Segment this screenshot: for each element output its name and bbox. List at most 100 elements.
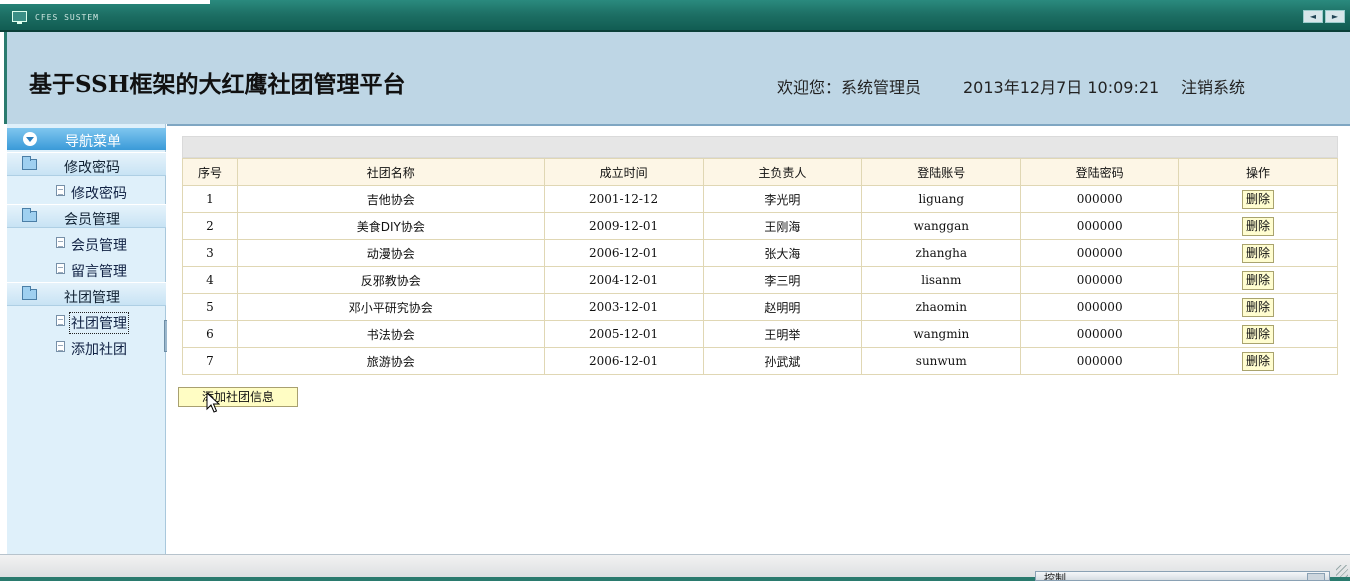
window-arrows: ◄ ►	[1303, 10, 1345, 23]
cell-action: 删除	[1178, 293, 1338, 321]
cell-password: 000000	[1020, 266, 1180, 294]
cell-account: sunwum	[861, 347, 1022, 375]
cell-action: 删除	[1178, 239, 1338, 267]
cell-account: lisanm	[861, 266, 1022, 294]
cell-no: 4	[182, 266, 238, 294]
delete-button[interactable]: 删除	[1242, 324, 1275, 344]
club-table: 序号 社团名称 成立时间 主负责人 登陆账号 登陆密码 操作 1 吉他协会 20…	[182, 158, 1338, 375]
cell-leader: 李光明	[702, 185, 863, 213]
cell-action: 删除	[1178, 347, 1338, 375]
cell-leader: 李三明	[702, 266, 863, 294]
logout-link[interactable]: 注销系统	[1181, 74, 1245, 98]
delete-button[interactable]: 删除	[1242, 297, 1275, 317]
document-icon	[56, 341, 65, 352]
cell-no: 1	[182, 185, 238, 213]
table-header-row: 序号 社团名称 成立时间 主负责人 登陆账号 登陆密码 操作	[182, 158, 1338, 186]
cell-password: 000000	[1020, 347, 1180, 375]
table-row: 7 旅游协会 2006-12-01 孙武斌 sunwum 000000 删除	[182, 347, 1338, 375]
column-header: 社团名称	[236, 158, 545, 186]
document-icon	[56, 315, 65, 326]
cell-founded: 2006-12-01	[543, 347, 704, 375]
sidebar-item-message-management[interactable]: 留言管理	[7, 256, 166, 280]
sidebar: 导航菜单 修改密码 修改密码 会员管理 会员管理 留言管理 社团管理 社团管理 …	[7, 124, 166, 554]
cell-password: 000000	[1020, 293, 1180, 321]
document-icon	[56, 263, 65, 274]
cell-leader: 王刚海	[702, 212, 863, 240]
document-icon	[56, 237, 65, 248]
sidebar-group-club-management[interactable]: 社团管理	[7, 282, 166, 306]
control-label: 控制	[1044, 572, 1066, 581]
delete-button[interactable]: 删除	[1242, 216, 1275, 236]
column-header: 登陆账号	[861, 158, 1022, 186]
table-row: 1 吉他协会 2001-12-12 李光明 liguang 000000 删除	[182, 185, 1338, 213]
cell-account: wangmin	[861, 320, 1022, 348]
nav-menu-title: 导航菜单	[65, 134, 121, 150]
cell-action: 删除	[1178, 266, 1338, 294]
folder-icon	[22, 156, 37, 170]
table-row: 5 邓小平研究协会 2003-12-01 赵明明 zhaomin 000000 …	[182, 293, 1338, 321]
folder-icon	[22, 286, 37, 300]
mouse-cursor-icon	[206, 392, 220, 413]
cell-no: 6	[182, 320, 238, 348]
sidebar-item-change-password[interactable]: 修改密码	[7, 178, 166, 202]
document-icon	[56, 185, 65, 196]
add-club-info-button[interactable]: 添加社团信息	[178, 387, 298, 407]
page-header: 基于SSH框架的大红鹰社团管理平台 欢迎您：系统管理员 2013年12月7日 1…	[4, 32, 1350, 124]
window-title: CFES SUSTEM	[35, 13, 99, 22]
app-title: 基于SSH框架的大红鹰社团管理平台	[29, 71, 406, 98]
nav-menu-header[interactable]: 导航菜单	[7, 128, 166, 150]
main-content: 序号 社团名称 成立时间 主负责人 登陆账号 登陆密码 操作 1 吉他协会 20…	[167, 124, 1350, 554]
cell-password: 000000	[1020, 320, 1180, 348]
sidebar-item-club-management[interactable]: 社团管理	[7, 308, 166, 334]
cell-club-name: 反邪教协会	[236, 266, 545, 294]
cell-action: 删除	[1178, 185, 1338, 213]
table-row: 2 美食DIY协会 2009-12-01 王刚海 wanggan 000000 …	[182, 212, 1338, 240]
sidebar-group-label: 会员管理	[64, 212, 120, 228]
sidebar-group-member-management[interactable]: 会员管理	[7, 204, 166, 228]
delete-button[interactable]: 删除	[1242, 351, 1275, 371]
cell-founded: 2009-12-01	[543, 212, 704, 240]
cell-club-name: 旅游协会	[236, 347, 545, 375]
delete-button[interactable]: 删除	[1242, 270, 1275, 290]
cell-club-name: 吉他协会	[236, 185, 545, 213]
arrow-right-icon[interactable]: ►	[1325, 10, 1345, 23]
resize-grip-icon[interactable]	[1336, 565, 1348, 577]
cell-leader: 王明举	[702, 320, 863, 348]
table-row: 3 动漫协会 2006-12-01 张大海 zhangha 000000 删除	[182, 239, 1338, 267]
sidebar-item-add-club[interactable]: 添加社团	[7, 334, 166, 358]
delete-button[interactable]: 删除	[1242, 189, 1275, 209]
cell-account: zhangha	[861, 239, 1022, 267]
sidebar-group-change-password[interactable]: 修改密码	[7, 152, 166, 176]
cell-action: 删除	[1178, 320, 1338, 348]
cell-founded: 2001-12-12	[543, 185, 704, 213]
column-header: 登陆密码	[1020, 158, 1180, 186]
cell-founded: 2005-12-01	[543, 320, 704, 348]
delete-button[interactable]: 删除	[1242, 243, 1275, 263]
cell-leader: 孙武斌	[702, 347, 863, 375]
cell-club-name: 邓小平研究协会	[236, 293, 545, 321]
control-dropdown[interactable]: 控制	[1035, 571, 1330, 581]
cell-account: liguang	[861, 185, 1022, 213]
cell-club-name: 美食DIY协会	[236, 212, 545, 240]
column-header: 操作	[1178, 158, 1338, 186]
cell-no: 2	[182, 212, 238, 240]
sidebar-group-label: 修改密码	[64, 160, 120, 176]
chevron-down-icon	[23, 132, 37, 146]
cell-no: 3	[182, 239, 238, 267]
column-header: 成立时间	[543, 158, 704, 186]
sidebar-item-label: 会员管理	[71, 238, 127, 254]
sidebar-item-label: 添加社团	[71, 342, 127, 358]
cell-account: wanggan	[861, 212, 1022, 240]
cell-password: 000000	[1020, 212, 1180, 240]
table-row: 6 书法协会 2005-12-01 王明举 wangmin 000000 删除	[182, 320, 1338, 348]
arrow-left-icon[interactable]: ◄	[1303, 10, 1323, 23]
cell-leader: 张大海	[702, 239, 863, 267]
cell-founded: 2004-12-01	[543, 266, 704, 294]
column-header: 主负责人	[702, 158, 863, 186]
cell-no: 7	[182, 347, 238, 375]
column-header: 序号	[182, 158, 238, 186]
dropdown-arrow-icon	[1307, 573, 1325, 580]
cell-no: 5	[182, 293, 238, 321]
window-title-bar: CFES SUSTEM ◄ ►	[0, 0, 1350, 32]
sidebar-item-member-management[interactable]: 会员管理	[7, 230, 166, 254]
